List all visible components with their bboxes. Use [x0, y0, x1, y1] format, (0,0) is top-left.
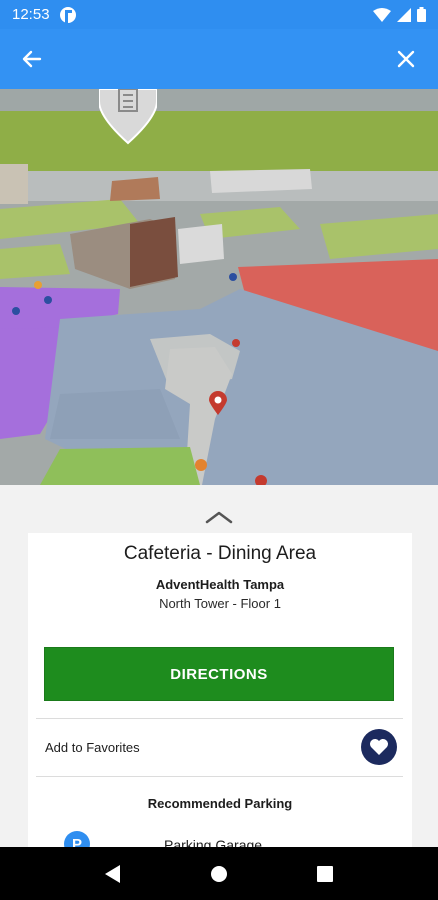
- wifi-icon: [373, 7, 391, 22]
- signal-icon: [397, 7, 411, 22]
- favorites-row[interactable]: Add to Favorites: [36, 719, 403, 775]
- app-notification-icon: [59, 6, 76, 23]
- nav-back-icon: [105, 864, 120, 883]
- indoor-map[interactable]: [0, 89, 438, 485]
- system-nav-bar: [0, 847, 438, 900]
- place-title: Cafeteria - Dining Area: [123, 543, 317, 564]
- place-facility: AdventHealth Tampa: [155, 577, 285, 592]
- status-icons: [373, 7, 426, 22]
- favorites-label: Add to Favorites: [45, 739, 140, 755]
- nav-recents-icon: [317, 865, 333, 882]
- nav-recents-button[interactable]: [305, 854, 345, 894]
- divider: [36, 776, 403, 777]
- bottom-sheet: Cafeteria - Dining Area AdventHealth Tam…: [0, 485, 438, 857]
- status-bar: 12:53: [0, 0, 438, 29]
- place-card: Cafeteria - Dining Area AdventHealth Tam…: [28, 533, 412, 857]
- directions-button[interactable]: DIRECTIONS: [44, 647, 394, 701]
- close-button[interactable]: [388, 41, 424, 77]
- nav-back-button[interactable]: [93, 854, 133, 894]
- back-button[interactable]: [14, 41, 50, 77]
- parking-heading: Recommended Parking: [147, 796, 293, 811]
- favorite-button[interactable]: [361, 729, 397, 765]
- app-bar: [0, 29, 438, 89]
- close-icon: [397, 50, 415, 68]
- nav-home-icon: [211, 865, 227, 882]
- chevron-up-icon[interactable]: [205, 510, 233, 524]
- heart-icon: [370, 739, 388, 755]
- nav-home-button[interactable]: [199, 854, 239, 894]
- place-location: North Tower - Floor 1: [159, 596, 281, 611]
- battery-icon: [417, 7, 426, 22]
- building-icon[interactable]: [99, 89, 157, 145]
- arrow-left-icon: [22, 50, 42, 68]
- status-time: 12:53: [12, 6, 50, 23]
- map-canvas[interactable]: [0, 89, 438, 485]
- location-pin-icon[interactable]: [209, 391, 227, 415]
